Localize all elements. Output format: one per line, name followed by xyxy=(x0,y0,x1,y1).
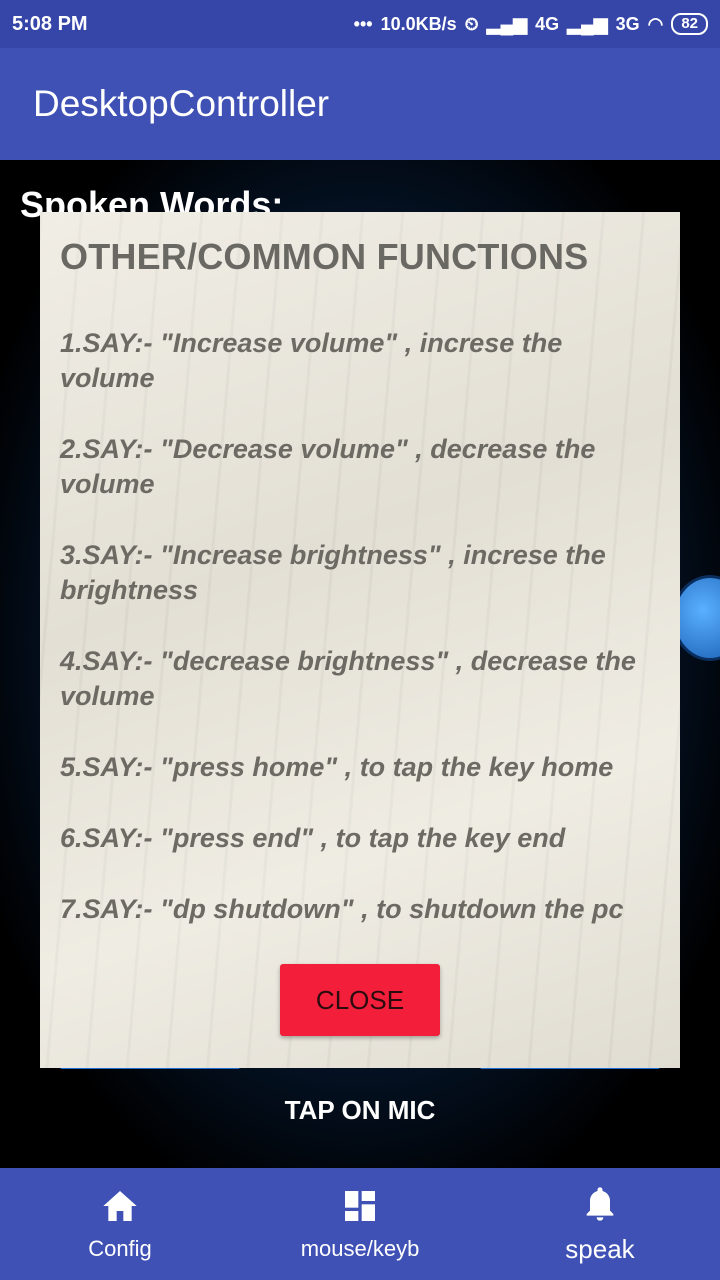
functions-list: 1.SAY:- "Increase volume" , increse the … xyxy=(60,326,660,927)
signal-icon-2: ▂▄▆ xyxy=(567,13,608,34)
battery-indicator: 82 xyxy=(671,13,708,35)
nav-label: Config xyxy=(88,1236,152,1261)
close-button[interactable]: CLOSE xyxy=(280,964,440,1036)
tap-on-mic-label: TAP ON MIC xyxy=(284,1095,436,1125)
nav-item-mouse-keyb[interactable]: mouse/keyb xyxy=(240,1168,480,1280)
nav-item-speak[interactable]: speak xyxy=(480,1168,720,1280)
app-title: DesktopController xyxy=(33,83,330,124)
network-type-2: 3G xyxy=(615,13,640,34)
network-speed: 10.0KB/s xyxy=(380,13,457,34)
more-dots-icon: ••• xyxy=(353,13,373,34)
wifi-icon: ◠ xyxy=(647,13,664,34)
network-type-1: 4G xyxy=(535,13,560,34)
nav-label: mouse/keyb xyxy=(300,1236,420,1261)
status-time: 5:08 PM xyxy=(12,12,88,35)
status-bar: 5:08 PM ••• 10.0KB/s ⏲ ▂▄▆ 4G ▂▄▆ 3G ◠ 8… xyxy=(0,0,720,48)
bottom-nav: Config mouse/keyb speak xyxy=(0,1168,720,1280)
bell-icon xyxy=(586,1186,614,1221)
list-item: 3.SAY:- "Increase brightness" , increse … xyxy=(60,540,606,605)
list-item: 5.SAY:- "press home" , to tap the key ho… xyxy=(60,752,614,782)
nav-item-config[interactable]: Config xyxy=(0,1168,240,1280)
dialog-title: OTHER/COMMON FUNCTIONS xyxy=(60,236,589,277)
signal-icon: ▂▄▆ xyxy=(486,13,528,34)
list-item: 1.SAY:- "Increase volume" , increse the … xyxy=(60,328,563,393)
list-item: 7.SAY:- "dp shutdown" , to shutdown the … xyxy=(60,894,624,924)
list-item: 6.SAY:- "press end" , to tap the key end xyxy=(60,823,566,853)
home-icon xyxy=(103,1191,137,1221)
alarm-icon: ⏲ xyxy=(464,13,479,34)
list-item: 2.SAY:- "Decrease volume" , decrease the… xyxy=(60,434,596,499)
list-item: 4.SAY:- "decrease brightness" , decrease… xyxy=(60,646,636,711)
dashboard-icon xyxy=(345,1191,375,1221)
nav-label: speak xyxy=(565,1233,635,1264)
functions-dialog: OTHER/COMMON FUNCTIONS 1.SAY:- "Increase… xyxy=(40,212,680,1068)
app-bar: DesktopController xyxy=(0,48,720,160)
status-indicators: ••• 10.0KB/s ⏲ ▂▄▆ 4G ▂▄▆ 3G ◠ 82 xyxy=(354,13,708,35)
